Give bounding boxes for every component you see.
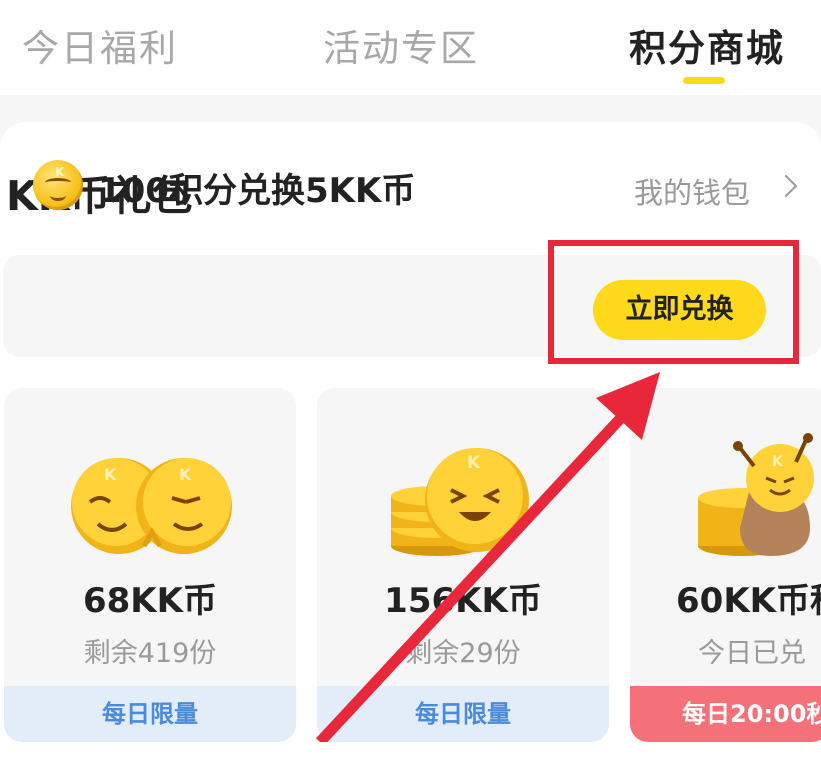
card-stock: 剩余29份 <box>405 638 521 669</box>
daily-limit-badge: 每日限量 <box>4 686 296 742</box>
kk-coin-icon: K <box>33 160 83 210</box>
twin-coins-illustration: K K <box>71 458 232 554</box>
coin-bag-illustration: K <box>698 433 814 556</box>
daily-limit-badge: 每日限量 <box>317 686 609 742</box>
card-title: 156KK币 <box>384 581 542 621</box>
tab-activity-zone[interactable]: 活动专区 <box>323 18 479 72</box>
tab-today-benefits[interactable]: 今日福利 <box>22 18 178 72</box>
chevron-right-icon[interactable] <box>774 174 798 198</box>
card-title: 60KK币秒 <box>676 581 821 621</box>
gift-card-68[interactable]: K K 68KK币 剩余419份 每日限量 <box>4 388 296 742</box>
card-title: 68KK币 <box>82 581 217 621</box>
flash-sale-badge: 每日20:00秒 <box>630 686 821 742</box>
exchange-description: 100积分兑换5KK币 <box>98 171 416 211</box>
svg-text:K: K <box>772 454 784 470</box>
coin-stack-illustration: K <box>391 448 529 556</box>
svg-text:K: K <box>467 453 481 473</box>
card-stock: 今日已兑 <box>698 638 806 669</box>
annotation-highlight-box <box>548 240 799 364</box>
top-tab-bar: 今日福利 活动专区 积分商城 <box>0 0 821 95</box>
my-wallet-link[interactable]: 我的钱包 <box>634 170 750 212</box>
tab-points-mall[interactable]: 积分商城 <box>629 18 785 72</box>
card-stock: 剩余419份 <box>83 638 217 669</box>
active-tab-indicator <box>683 77 725 84</box>
svg-text:K: K <box>179 465 192 484</box>
gift-card-156[interactable]: K 156KK币 剩余29份 每日限量 <box>317 388 609 742</box>
svg-text:K: K <box>104 465 117 484</box>
gift-card-60-flash[interactable]: K 60KK币秒 今日已兑 每日20:00秒 <box>630 388 821 742</box>
